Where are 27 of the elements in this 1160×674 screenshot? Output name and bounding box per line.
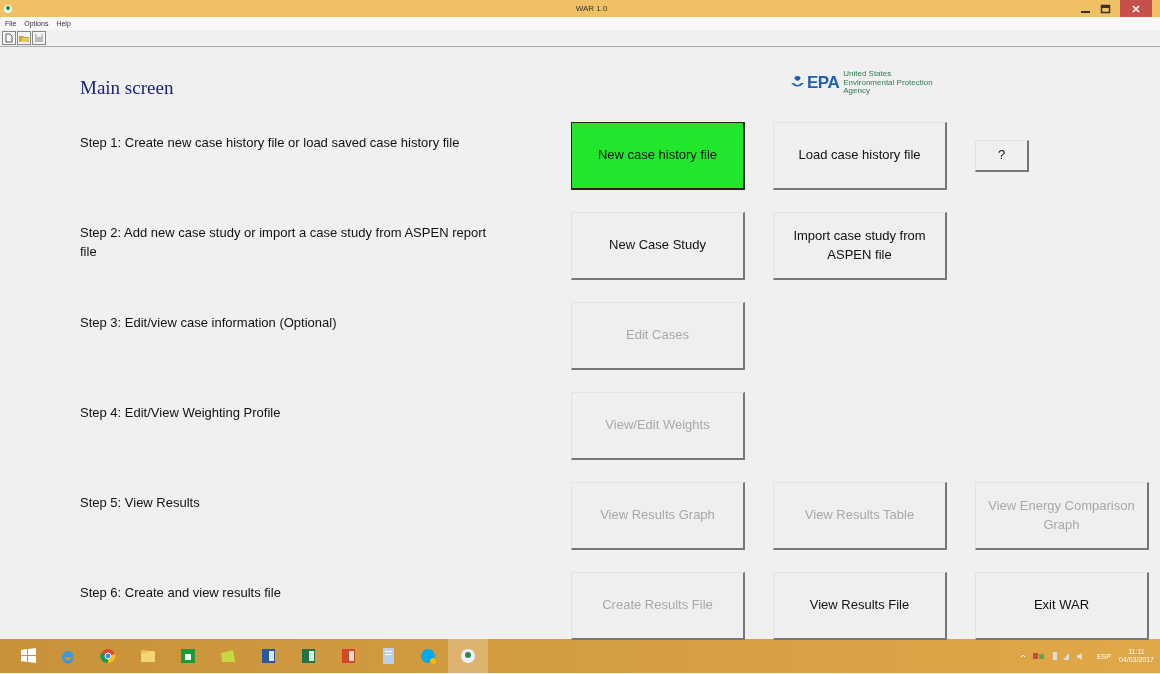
- step-button[interactable]: View Results File: [773, 572, 947, 640]
- logo-wordmark: EPA: [807, 73, 840, 93]
- step-label: Step 3: Edit/view case information (Optional): [80, 314, 338, 332]
- step-label: Step 5: View Results: [80, 494, 201, 512]
- step-label: Step 4: Edit/View Weighting Profile: [80, 404, 282, 422]
- logo-text: Agency: [843, 87, 871, 97]
- step-label: Step 2: Add new case study or import a case study from ASPEN report file: [80, 224, 488, 261]
- open-folder-icon[interactable]: [17, 31, 31, 45]
- close-button[interactable]: [1120, 0, 1152, 17]
- new-file-icon[interactable]: [2, 31, 16, 45]
- logo-text: Environmental Protection: [843, 78, 933, 88]
- step-button[interactable]: Exit WAR: [975, 572, 1149, 640]
- step-button[interactable]: New Case Study: [571, 212, 745, 280]
- app-icon[interactable]: [448, 639, 488, 673]
- step-button[interactable]: Import case study from ASPEN file: [773, 212, 947, 280]
- window-title: WAR 1.0: [574, 4, 609, 13]
- step-button[interactable]: Load case history file: [773, 122, 947, 190]
- logo-text: United States: [843, 69, 893, 79]
- close-icon[interactable]: [1132, 4, 1140, 13]
- step-label: Step 6: Create and view results file: [80, 584, 282, 602]
- step-button[interactable]: ?: [975, 140, 1029, 172]
- app-icon: [3, 3, 13, 14]
- highlighted-button[interactable]: New case history file: [571, 122, 745, 190]
- step-label: Step 1: Create new case history file or load saved case history file: [80, 134, 461, 152]
- screen-heading: Main screen: [80, 76, 175, 99]
- maximize-icon[interactable]: [1100, 3, 1112, 14]
- save-icon[interactable]: [32, 31, 46, 45]
